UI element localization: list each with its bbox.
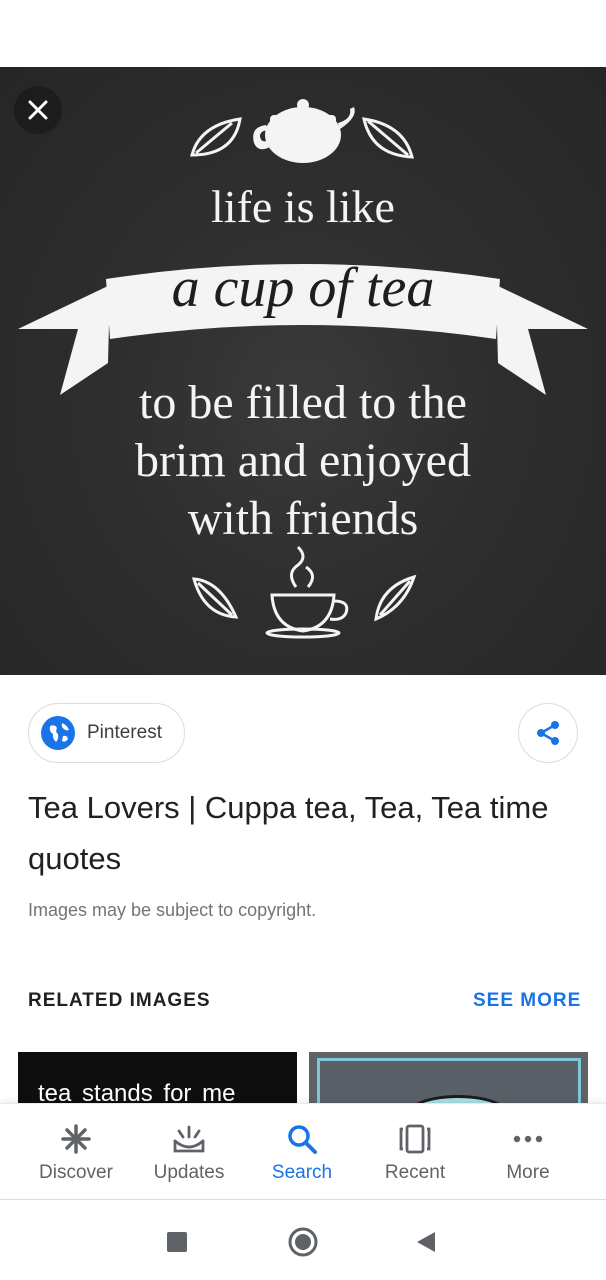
search-icon [288, 1125, 317, 1154]
quote-line: a cup of tea [171, 257, 435, 319]
globe-icon [41, 716, 75, 750]
teapot-icon [253, 99, 355, 163]
nav-item-search[interactable]: Search [245, 1104, 359, 1201]
asterisk-icon [61, 1124, 91, 1154]
quote-line: life is like [211, 181, 395, 232]
home-circle-icon [288, 1227, 318, 1257]
recent-tabs-icon [399, 1124, 431, 1154]
teacup-icon [265, 545, 349, 639]
recents-button[interactable] [157, 1222, 197, 1262]
see-more-link[interactable]: SEE MORE [473, 990, 581, 1012]
leaf-icon [191, 574, 417, 622]
bottom-navigation: Discover Updates Search Recent More [0, 1103, 606, 1200]
related-images-heading: RELATED IMAGES [28, 990, 211, 1011]
status-bar [0, 0, 606, 67]
source-chip[interactable]: Pinterest [28, 703, 185, 763]
square-icon [167, 1232, 187, 1252]
source-label: Pinterest [87, 722, 162, 743]
page-title[interactable]: Tea Lovers | Cuppa tea, Tea, Tea time qu… [28, 782, 568, 884]
share-icon [537, 721, 559, 745]
nav-item-discover[interactable]: Discover [19, 1104, 133, 1201]
nav-item-recent[interactable]: Recent [358, 1104, 472, 1201]
home-button[interactable] [283, 1222, 323, 1262]
back-triangle-icon [417, 1232, 435, 1252]
nav-item-updates[interactable]: Updates [132, 1104, 246, 1201]
main-image[interactable]: life is like a cup of tea to be filled t… [0, 67, 606, 675]
updates-icon [173, 1125, 205, 1153]
chalkboard-artwork [18, 99, 588, 639]
system-navigation-bar [0, 1200, 606, 1280]
nav-label: Updates [153, 1162, 225, 1183]
more-dots-icon [513, 1135, 543, 1143]
nav-label: Recent [384, 1162, 446, 1183]
copyright-notice: Images may be subject to copyright. [28, 900, 317, 920]
nav-label: Discover [39, 1162, 113, 1183]
quote-line: to be filled to the [139, 376, 467, 429]
nav-label: More [506, 1162, 550, 1183]
close-button[interactable] [14, 86, 62, 134]
nav-label: Search [271, 1162, 333, 1183]
close-icon [28, 100, 48, 120]
quote-line: with friends [187, 492, 419, 545]
back-button[interactable] [406, 1222, 446, 1262]
share-button[interactable] [518, 703, 578, 763]
quote-line: brim and enjoyed [135, 434, 471, 487]
nav-item-more[interactable]: More [471, 1104, 585, 1201]
